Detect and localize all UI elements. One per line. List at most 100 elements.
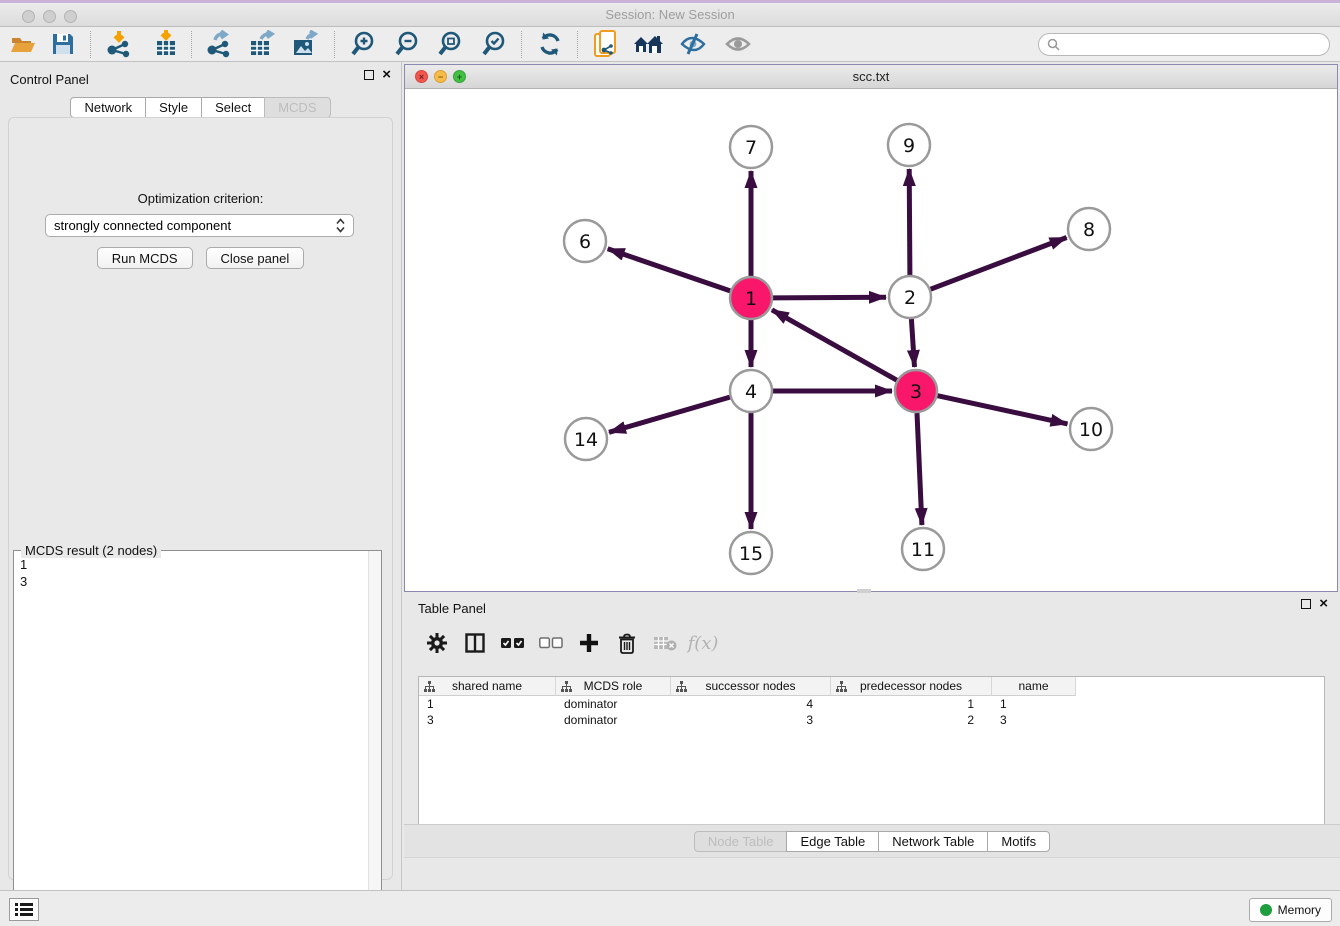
table-row[interactable]: 3dominator323 xyxy=(419,712,1324,728)
node-1[interactable]: 1 xyxy=(730,277,772,319)
edge-1-6[interactable] xyxy=(608,249,731,291)
splitter-handle[interactable] xyxy=(857,589,871,593)
zoom-in-icon xyxy=(349,30,377,58)
column-header-label: MCDS role xyxy=(584,679,643,693)
tab-node-table[interactable]: Node Table xyxy=(694,831,788,852)
table-row[interactable]: 1dominator411 xyxy=(419,696,1324,712)
node-table[interactable]: shared name MCDS role successor nodesprede… xyxy=(418,676,1325,845)
node-9[interactable]: 9 xyxy=(888,124,930,166)
tab-network[interactable]: Network xyxy=(70,97,146,118)
delete-column-button[interactable] xyxy=(608,627,646,659)
table-cell[interactable]: 1 xyxy=(831,696,992,712)
optimization-criterion-select[interactable]: strongly connected component xyxy=(45,214,354,237)
table-panel: Table Panel × xyxy=(404,594,1340,890)
hide-selected-button[interactable] xyxy=(675,29,711,59)
tab-motifs[interactable]: Motifs xyxy=(987,831,1050,852)
table-cell[interactable]: 3 xyxy=(671,712,831,728)
table-cell[interactable]: 3 xyxy=(992,712,1076,728)
home-style-button[interactable] xyxy=(631,29,667,59)
select-all-columns-button[interactable] xyxy=(494,627,532,659)
tab-edge-table[interactable]: Edge Table xyxy=(786,831,879,852)
search-icon xyxy=(1047,38,1060,51)
edge-2-3[interactable] xyxy=(911,319,914,367)
delete-table-button[interactable] xyxy=(646,627,684,659)
import-table-icon xyxy=(152,30,180,58)
table-cell[interactable]: 3 xyxy=(419,712,556,728)
column-header-name[interactable]: name xyxy=(992,677,1076,696)
node-3[interactable]: 3 xyxy=(895,370,937,412)
node-11[interactable]: 11 xyxy=(902,528,944,570)
node-6[interactable]: 6 xyxy=(564,220,606,262)
show-all-button[interactable] xyxy=(720,29,756,59)
network-from-file-button[interactable] xyxy=(588,29,624,59)
zoom-in-button[interactable] xyxy=(345,29,381,59)
export-network-button[interactable] xyxy=(201,29,237,59)
table-cell[interactable]: 4 xyxy=(671,696,831,712)
close-panel-icon[interactable]: × xyxy=(382,70,391,80)
table-cell[interactable]: 1 xyxy=(992,696,1076,712)
memory-button[interactable]: Memory xyxy=(1249,898,1332,922)
table-cell[interactable]: 1 xyxy=(419,696,556,712)
column-header-predecessor-nodes[interactable]: predecessor nodes xyxy=(831,677,992,696)
unselect-all-columns-button[interactable] xyxy=(532,627,570,659)
export-table-button[interactable] xyxy=(245,29,281,59)
edge-3-10[interactable] xyxy=(938,396,1068,424)
tab-mcds[interactable]: MCDS xyxy=(264,97,330,118)
table-settings-button[interactable] xyxy=(418,627,456,659)
table-cell[interactable]: dominator xyxy=(556,696,671,712)
svg-text:8: 8 xyxy=(1083,219,1095,241)
houses-icon xyxy=(633,32,665,56)
svg-text:2: 2 xyxy=(904,287,916,309)
edge-1-2[interactable] xyxy=(773,297,886,298)
column-header-shared-name[interactable]: shared name xyxy=(419,677,556,696)
columns-icon xyxy=(465,633,485,653)
table-cell[interactable]: dominator xyxy=(556,712,671,728)
zoom-selected-button[interactable] xyxy=(476,29,512,59)
window-title: Session: New Session xyxy=(0,7,1340,22)
node-7[interactable]: 7 xyxy=(730,126,772,168)
search-input[interactable] xyxy=(1065,38,1321,52)
node-10[interactable]: 10 xyxy=(1070,408,1112,450)
tab-select[interactable]: Select xyxy=(201,97,265,118)
open-session-button[interactable] xyxy=(5,29,41,59)
table-header-row: shared name MCDS role successor nodesprede… xyxy=(419,677,1324,696)
float-panel-icon[interactable] xyxy=(364,70,374,80)
edge-2-8[interactable] xyxy=(931,238,1067,290)
network-window-titlebar[interactable]: × − + scc.txt xyxy=(405,65,1337,89)
node-14[interactable]: 14 xyxy=(565,418,607,460)
column-header-successor-nodes[interactable]: successor nodes xyxy=(671,677,831,696)
edge-4-14[interactable] xyxy=(609,397,730,432)
node-4[interactable]: 4 xyxy=(730,370,772,412)
table-cell[interactable]: 2 xyxy=(831,712,992,728)
create-column-button[interactable] xyxy=(570,627,608,659)
edge-3-11[interactable] xyxy=(917,413,922,525)
svg-text:14: 14 xyxy=(574,429,598,451)
column-header-MCDS-role[interactable]: MCDS role xyxy=(556,677,671,696)
save-session-button[interactable] xyxy=(45,29,81,59)
run-mcds-button[interactable]: Run MCDS xyxy=(97,247,193,269)
import-network-button[interactable] xyxy=(101,29,137,59)
refresh-view-button[interactable] xyxy=(532,29,568,59)
node-2[interactable]: 2 xyxy=(889,276,931,318)
zoom-out-button[interactable] xyxy=(389,29,425,59)
network-file-icon xyxy=(592,29,620,59)
result-scrollbar[interactable] xyxy=(368,551,381,923)
search-field[interactable] xyxy=(1038,33,1330,56)
task-history-button[interactable] xyxy=(9,898,39,921)
show-column-panel-button[interactable] xyxy=(456,627,494,659)
zoom-fit-button[interactable] xyxy=(432,29,468,59)
node-15[interactable]: 15 xyxy=(730,532,772,574)
tab-style[interactable]: Style xyxy=(145,97,202,118)
network-canvas[interactable]: 7 9 6 8 1 2 4 3 14 10 15 11 xyxy=(405,89,1337,591)
edge-2-9[interactable] xyxy=(909,169,910,275)
float-table-panel-icon[interactable] xyxy=(1301,599,1311,609)
network-graph[interactable]: 7 9 6 8 1 2 4 3 14 10 15 11 xyxy=(405,89,1337,591)
close-panel-button[interactable]: Close panel xyxy=(206,247,305,269)
column-header-label: shared name xyxy=(452,679,522,693)
edge-3-1[interactable] xyxy=(772,310,897,380)
node-8[interactable]: 8 xyxy=(1068,208,1110,250)
import-table-button[interactable] xyxy=(148,29,184,59)
close-table-panel-icon[interactable]: × xyxy=(1319,599,1328,609)
export-image-button[interactable] xyxy=(288,29,324,59)
tab-network-table[interactable]: Network Table xyxy=(878,831,988,852)
